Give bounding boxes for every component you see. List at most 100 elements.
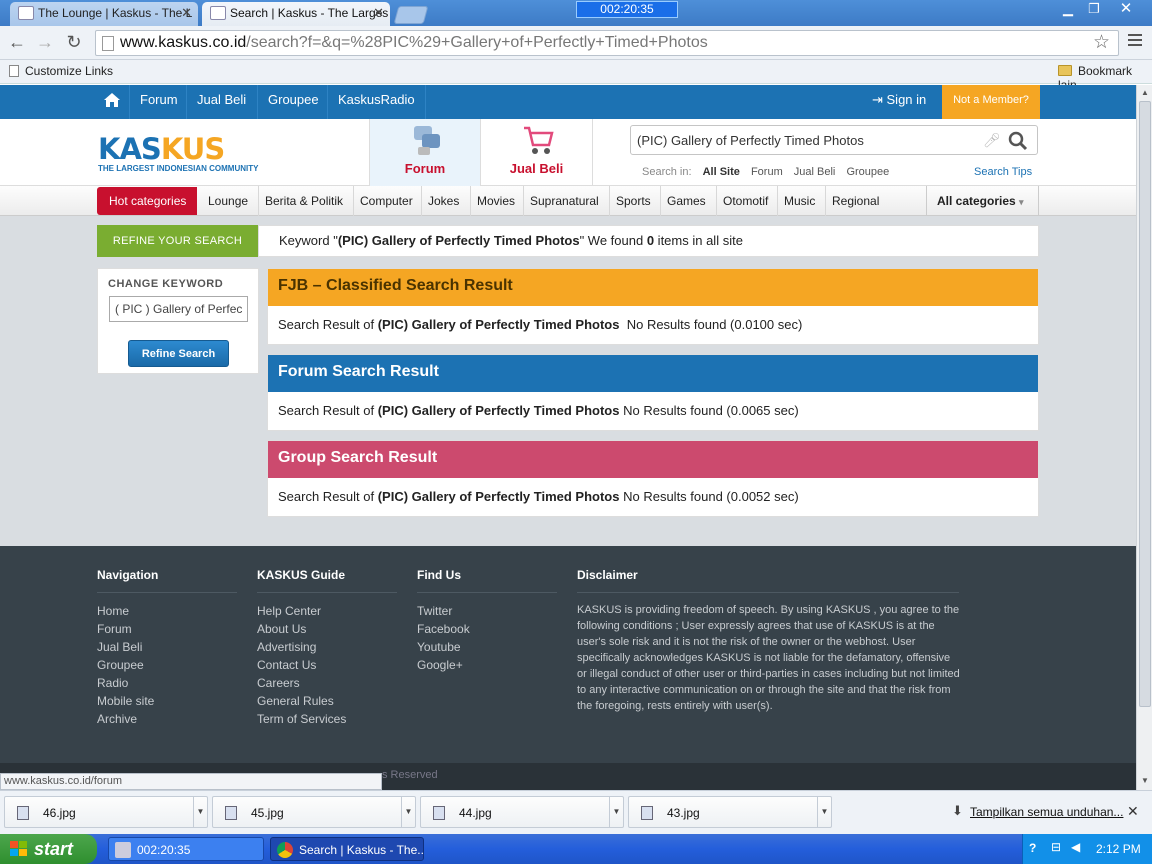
help-icon[interactable]: ? — [1029, 841, 1036, 855]
address-bar[interactable]: www.kaskus.co.id/search?f=&q=%28PIC%29+G… — [95, 30, 1119, 56]
scrollbar-thumb[interactable] — [1139, 101, 1151, 707]
footer-link-google-plus[interactable]: Google+ — [417, 656, 557, 674]
close-icon[interactable]: ✕ — [1127, 803, 1139, 820]
scroll-up-icon[interactable]: ▲ — [1139, 87, 1151, 99]
show-all-downloads-link[interactable]: Tampilkan semua unduhan... — [970, 805, 1123, 819]
footer-link-radio[interactable]: Radio — [97, 674, 237, 692]
category-lounge[interactable]: Lounge — [202, 186, 248, 216]
footer-link-general-rules[interactable]: General Rules — [257, 692, 397, 710]
search-icon[interactable] — [1007, 130, 1029, 152]
search-in-forum[interactable]: Forum — [751, 166, 783, 178]
close-icon[interactable]: ✕ — [181, 2, 192, 24]
tab-lounge[interactable]: The Lounge | Kaskus - The L ✕ — [10, 2, 198, 26]
back-icon[interactable]: ← — [6, 32, 28, 53]
windows-taskbar: start 002:20:35 Search | Kaskus - The...… — [0, 834, 1152, 864]
taskbar-timer-app[interactable]: 002:20:35 — [108, 837, 264, 861]
download-item[interactable]: 44.jpg ▼ — [420, 796, 624, 828]
footer-link-advertising[interactable]: Advertising — [257, 638, 397, 656]
not-member-button[interactable]: Not a Member? — [942, 85, 1040, 119]
topnav-groupee[interactable]: Groupee — [257, 85, 329, 119]
chevron-down-icon[interactable]: ▼ — [193, 797, 207, 827]
category-regional[interactable]: Regional — [825, 186, 879, 216]
search-in-groupee[interactable]: Groupee — [846, 166, 889, 178]
topnav-forum[interactable]: Forum — [129, 85, 188, 119]
close-window-icon[interactable]: ✕ — [1114, 0, 1138, 18]
chevron-down-icon[interactable]: ▼ — [609, 797, 623, 827]
hot-categories-label: Hot categories — [97, 187, 197, 215]
close-icon[interactable]: ✕ — [373, 2, 384, 24]
vertical-scrollbar[interactable]: ▲ ▼ — [1136, 85, 1152, 790]
site-footer: Navigation Home Forum Jual Beli Groupee … — [0, 546, 1136, 790]
site-search-input[interactable]: (PIC) Gallery of Perfectly Timed Photos … — [630, 125, 1038, 155]
bookmark-customize-links[interactable]: Customize Links — [9, 64, 113, 78]
folder-icon — [1058, 65, 1072, 76]
footer-link-groupee[interactable]: Groupee — [97, 656, 237, 674]
new-tab-button[interactable] — [393, 6, 429, 24]
microphone-icon[interactable]: 🎤︎ — [983, 132, 1001, 149]
footer-link-home[interactable]: Home — [97, 602, 237, 620]
footer-link-archive[interactable]: Archive — [97, 710, 237, 728]
forward-icon[interactable]: → — [34, 32, 56, 53]
footer-link-forum[interactable]: Forum — [97, 620, 237, 638]
refine-search-button[interactable]: Refine Search — [128, 340, 229, 367]
category-otomotif[interactable]: Otomotif — [716, 186, 768, 216]
footer-link-mobile-site[interactable]: Mobile site — [97, 692, 237, 710]
group-result-panel: Group Search Result Search Result of (PI… — [267, 440, 1039, 517]
category-movies[interactable]: Movies — [470, 186, 515, 216]
reload-icon[interactable]: ↻ — [63, 32, 85, 53]
search-in-all-site[interactable]: All Site — [703, 166, 740, 178]
footer-link-help-center[interactable]: Help Center — [257, 602, 397, 620]
download-item[interactable]: 43.jpg ▼ — [628, 796, 832, 828]
footer-link-about-us[interactable]: About Us — [257, 620, 397, 638]
restore-icon[interactable]: ❐ — [1082, 0, 1106, 18]
footer-link-careers[interactable]: Careers — [257, 674, 397, 692]
footer-link-jual-beli[interactable]: Jual Beli — [97, 638, 237, 656]
chevron-down-icon[interactable]: ▼ — [817, 797, 831, 827]
kaskus-logo[interactable]: KASKUS THE LARGEST INDONESIAN COMMUNITY — [98, 135, 258, 174]
footer-link-contact-us[interactable]: Contact Us — [257, 656, 397, 674]
category-games[interactable]: Games — [660, 186, 706, 216]
fjb-result-title: FJB – Classified Search Result — [268, 269, 1038, 306]
footer-link-youtube[interactable]: Youtube — [417, 638, 557, 656]
search-in-jual-beli[interactable]: Jual Beli — [794, 166, 836, 178]
minimize-icon[interactable]: ▁ — [1056, 0, 1080, 18]
footer-link-facebook[interactable]: Facebook — [417, 620, 557, 638]
topnav-kaskusradio[interactable]: KaskusRadio — [327, 85, 426, 119]
volume-icon[interactable]: ◀ — [1071, 840, 1080, 854]
search-summary: Keyword "(PIC) Gallery of Perfectly Time… — [258, 225, 1039, 257]
footer-guide-links: Help Center About Us Advertising Contact… — [257, 602, 397, 728]
category-sports[interactable]: Sports — [609, 186, 651, 216]
network-icon[interactable]: ⊟ — [1051, 840, 1061, 854]
category-music[interactable]: Music — [777, 186, 815, 216]
category-berita-politik[interactable]: Berita & Politik — [258, 186, 343, 216]
tab-search[interactable]: Search | Kaskus - The Larges ✕ — [202, 2, 390, 26]
scroll-down-icon[interactable]: ▼ — [1139, 775, 1151, 787]
footer-navigation: Navigation Home Forum Jual Beli Groupee … — [97, 568, 237, 728]
category-supranatural[interactable]: Supranatural — [523, 186, 599, 216]
topnav-jual-beli[interactable]: Jual Beli — [186, 85, 256, 119]
all-categories-dropdown[interactable]: All categories ▾ — [926, 186, 1039, 216]
start-button[interactable]: start — [0, 834, 97, 864]
chevron-down-icon[interactable]: ▼ — [401, 797, 415, 827]
forum-section-button[interactable]: Forum — [369, 119, 481, 186]
footer-link-twitter[interactable]: Twitter — [417, 602, 557, 620]
keyword-input[interactable] — [109, 296, 248, 322]
download-item[interactable]: 46.jpg ▼ — [4, 796, 208, 828]
sign-in-link[interactable]: ⇥ Sign in — [862, 85, 936, 119]
windows-flag-icon — [10, 841, 27, 856]
search-tips-link[interactable]: Search Tips — [974, 166, 1032, 178]
bookmark-star-icon[interactable]: ☆ — [1093, 31, 1110, 54]
kaskus-favicon — [210, 6, 226, 20]
taskbar-chrome-app[interactable]: Search | Kaskus - The... — [270, 837, 424, 861]
site-header: KASKUS THE LARGEST INDONESIAN COMMUNITY … — [0, 119, 1136, 186]
category-computer[interactable]: Computer — [353, 186, 413, 216]
menu-icon[interactable] — [1128, 34, 1142, 48]
download-item[interactable]: 45.jpg ▼ — [212, 796, 416, 828]
chevron-down-icon: ▾ — [1019, 197, 1024, 207]
jual-beli-section-button[interactable]: Jual Beli — [481, 119, 593, 186]
footer-link-terms[interactable]: Term of Services — [257, 710, 397, 728]
page-viewport: Forum Jual Beli Groupee KaskusRadio ⇥ Si… — [0, 85, 1136, 790]
category-jokes[interactable]: Jokes — [421, 186, 459, 216]
footer-find-us: Find Us Twitter Facebook Youtube Google+ — [417, 568, 557, 674]
home-icon[interactable] — [103, 92, 121, 108]
